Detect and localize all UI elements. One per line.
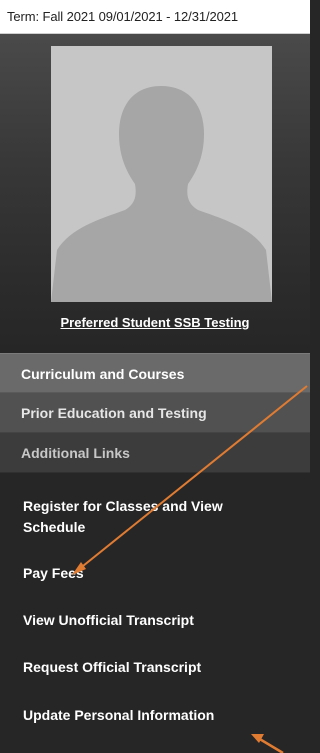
link-update-personal-information[interactable]: Update Personal Information <box>23 705 283 726</box>
link-pay-fees[interactable]: Pay Fees <box>23 563 283 584</box>
tab-prior-education-and-testing[interactable]: Prior Education and Testing <box>0 393 310 433</box>
term-label: Term: Fall 2021 09/01/2021 - 12/31/2021 <box>7 9 238 24</box>
link-request-official-transcript[interactable]: Request Official Transcript <box>23 657 283 678</box>
additional-links-list: Register for Classes and View Schedule P… <box>0 473 310 753</box>
tab-curriculum-and-courses[interactable]: Curriculum and Courses <box>0 353 310 393</box>
link-view-unofficial-transcript[interactable]: View Unofficial Transcript <box>23 610 283 631</box>
profile-card: Preferred Student SSB Testing <box>0 34 310 353</box>
avatar-placeholder-icon <box>51 46 272 302</box>
student-name-link[interactable]: Preferred Student SSB Testing <box>0 315 310 330</box>
term-bar: Term: Fall 2021 09/01/2021 - 12/31/2021 <box>0 0 310 34</box>
profile-photo <box>51 46 272 302</box>
tab-additional-links[interactable]: Additional Links <box>0 433 310 473</box>
link-register-for-classes[interactable]: Register for Classes and View Schedule <box>23 496 283 538</box>
